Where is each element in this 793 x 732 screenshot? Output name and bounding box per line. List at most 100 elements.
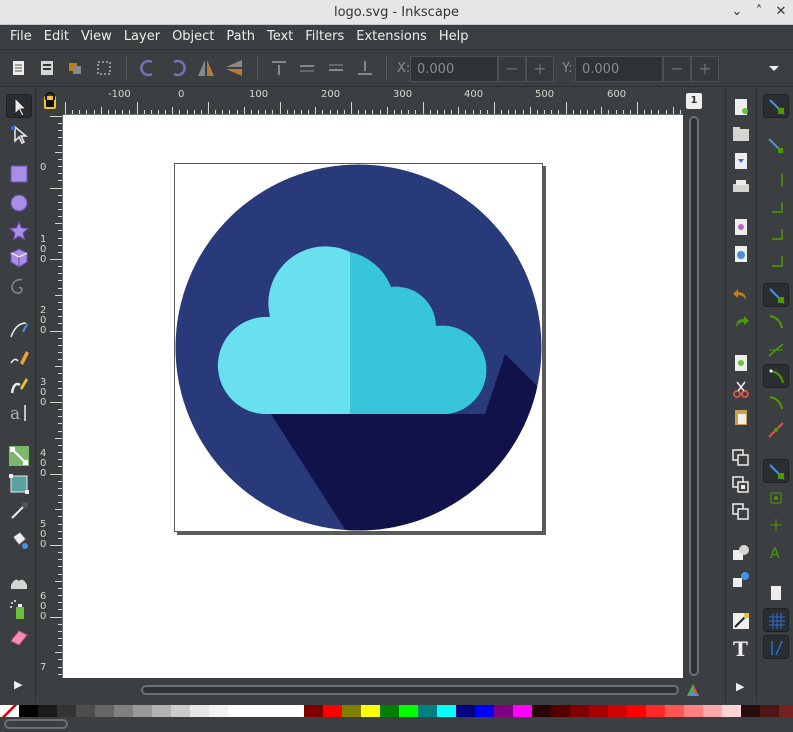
- color-swatch[interactable]: [38, 705, 57, 717]
- document-page[interactable]: [174, 163, 543, 532]
- paste-icon[interactable]: [730, 406, 752, 428]
- minimize-button[interactable]: ⌄: [728, 3, 746, 21]
- color-swatch[interactable]: [665, 705, 684, 717]
- snap-paths-toggle[interactable]: [763, 310, 789, 334]
- y-increment-button[interactable]: +: [691, 56, 719, 82]
- color-swatch[interactable]: [760, 705, 779, 717]
- color-swatch[interactable]: [171, 705, 190, 717]
- group-icon[interactable]: [730, 542, 752, 564]
- cut-icon[interactable]: [730, 379, 752, 401]
- color-swatch[interactable]: [494, 705, 513, 717]
- selector-tool[interactable]: [6, 94, 32, 118]
- snap-midpoints-toggle[interactable]: [763, 418, 789, 442]
- maximize-button[interactable]: ˄: [750, 3, 768, 21]
- color-swatch[interactable]: [190, 705, 209, 717]
- snap-bbox-corner-toggle[interactable]: [763, 194, 789, 218]
- new-document-icon[interactable]: [730, 96, 752, 118]
- deselect-icon[interactable]: [93, 57, 115, 79]
- lower-icon[interactable]: [325, 57, 347, 79]
- pencil-tool[interactable]: [6, 346, 32, 370]
- ruler-corner[interactable]: [37, 88, 63, 115]
- export-icon[interactable]: [730, 243, 752, 265]
- x-input[interactable]: [410, 56, 498, 82]
- flip-horizontal-icon[interactable]: [195, 57, 217, 79]
- commands-expand-arrow-icon[interactable]: ▶: [736, 680, 744, 693]
- snap-bbox-toggle[interactable]: [763, 134, 789, 158]
- color-swatch[interactable]: [437, 705, 456, 717]
- color-swatch[interactable]: [152, 705, 171, 717]
- dropper-tool[interactable]: [6, 499, 32, 523]
- vertical-ruler[interactable]: 0 1 0 0 2 0 0 3 0 0 4 0 0 5 0 0 6 0 0 7: [37, 115, 63, 678]
- color-swatch[interactable]: [228, 705, 247, 717]
- snap-guides-toggle[interactable]: [763, 635, 789, 659]
- spray-tool[interactable]: [6, 598, 32, 622]
- color-swatch[interactable]: [703, 705, 722, 717]
- color-swatch[interactable]: [285, 705, 304, 717]
- color-swatch[interactable]: [589, 705, 608, 717]
- color-swatch[interactable]: [399, 705, 418, 717]
- 3d-box-tool[interactable]: [6, 246, 32, 270]
- zoom-page-icon[interactable]: [730, 501, 752, 523]
- gradient-tool[interactable]: [6, 472, 32, 496]
- zoom-drawing-icon[interactable]: [730, 474, 752, 496]
- color-management-icon[interactable]: [685, 682, 701, 698]
- menu-file[interactable]: File: [4, 26, 38, 48]
- color-swatch[interactable]: [779, 705, 793, 717]
- zoom-selection-icon[interactable]: [730, 447, 752, 469]
- snap-cusp-nodes-toggle[interactable]: [763, 364, 789, 388]
- select-all-icon[interactable]: [8, 57, 30, 79]
- snap-nodes-toggle[interactable]: [763, 283, 789, 307]
- select-all-layers-icon[interactable]: [36, 57, 58, 79]
- select-same-icon[interactable]: [64, 57, 86, 79]
- duplicate-icon[interactable]: [730, 352, 752, 374]
- menu-layer[interactable]: Layer: [118, 26, 166, 48]
- color-swatch[interactable]: [741, 705, 760, 717]
- eraser-tool[interactable]: [6, 625, 32, 649]
- snap-page-border-toggle[interactable]: [763, 581, 789, 605]
- snap-intersections-toggle[interactable]: [763, 338, 789, 362]
- ungroup-icon[interactable]: [730, 569, 752, 591]
- menu-help[interactable]: Help: [433, 26, 475, 48]
- color-swatch[interactable]: [266, 705, 285, 717]
- vertical-scrollbar[interactable]: [683, 88, 707, 678]
- x-increment-button[interactable]: +: [526, 56, 554, 82]
- color-swatch[interactable]: [418, 705, 437, 717]
- color-swatch[interactable]: [133, 705, 152, 717]
- drawing-canvas[interactable]: [63, 115, 683, 678]
- menu-object[interactable]: Object: [166, 26, 220, 48]
- color-swatch[interactable]: [323, 705, 342, 717]
- color-swatch[interactable]: [19, 705, 38, 717]
- snap-bbox-midpoint-toggle[interactable]: [763, 221, 789, 245]
- color-swatch[interactable]: [304, 705, 323, 717]
- vertical-scroll-thumb[interactable]: [689, 116, 699, 676]
- color-swatch[interactable]: [76, 705, 95, 717]
- star-tool[interactable]: [6, 219, 32, 243]
- fill-stroke-icon[interactable]: [730, 610, 752, 632]
- snap-enable-toggle[interactable]: [763, 94, 789, 118]
- palette-scroll-thumb[interactable]: [4, 719, 68, 729]
- color-swatch[interactable]: [608, 705, 627, 717]
- color-swatch[interactable]: [247, 705, 266, 717]
- raise-icon[interactable]: [296, 57, 318, 79]
- flip-vertical-icon[interactable]: [223, 57, 245, 79]
- redo-icon[interactable]: [730, 311, 752, 333]
- color-swatch[interactable]: [380, 705, 399, 717]
- print-icon[interactable]: [730, 176, 752, 198]
- color-swatch[interactable]: [95, 705, 114, 717]
- color-swatch[interactable]: [475, 705, 494, 717]
- color-swatch[interactable]: [114, 705, 133, 717]
- page-number-badge[interactable]: 1: [686, 93, 702, 109]
- calligraphy-tool[interactable]: [6, 374, 32, 398]
- color-swatch[interactable]: [57, 705, 76, 717]
- text-font-icon[interactable]: T: [730, 637, 752, 661]
- menu-text[interactable]: Text: [261, 26, 299, 48]
- bezier-tool[interactable]: [6, 318, 32, 342]
- y-decrement-button[interactable]: −: [663, 56, 691, 82]
- undo-icon[interactable]: [730, 284, 752, 306]
- color-swatch[interactable]: [684, 705, 703, 717]
- color-swatch[interactable]: [513, 705, 532, 717]
- toolbox-expand-arrow-icon[interactable]: ▶: [14, 678, 22, 691]
- snap-others-toggle[interactable]: [763, 459, 789, 483]
- rotate-ccw-icon[interactable]: [138, 57, 160, 79]
- snap-object-center-toggle[interactable]: [763, 486, 789, 510]
